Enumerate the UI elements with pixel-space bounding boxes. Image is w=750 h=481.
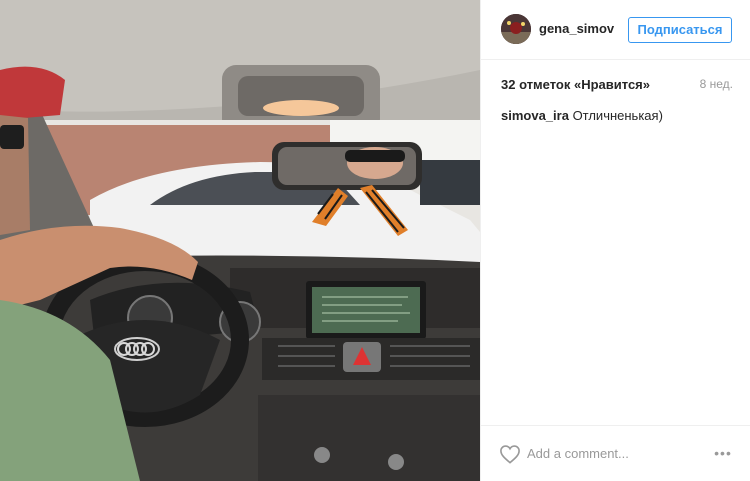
likes-row: 32 отметок «Нравится» 8 нед. — [501, 77, 733, 95]
likes-count[interactable]: 32 отметок «Нравится» — [501, 77, 650, 92]
post-header: gena_simov Подписаться — [481, 0, 750, 60]
add-comment-input[interactable]: Add a comment... — [527, 446, 629, 461]
heart-icon[interactable] — [499, 444, 521, 464]
comment-text: Отличненькая) — [572, 108, 663, 123]
username[interactable]: gena_simov — [539, 21, 614, 36]
post-time[interactable]: 8 нед. — [700, 77, 733, 91]
comment: simova_ira Отличненькая) — [501, 108, 663, 123]
car-interior-photo — [0, 0, 480, 481]
follow-button[interactable]: Подписаться — [628, 17, 732, 43]
post-footer: Add a comment... ••• — [481, 425, 750, 481]
post-photo[interactable] — [0, 0, 480, 481]
post-sidebar: gena_simov Подписаться 32 отметок «Нрави… — [480, 0, 750, 481]
avatar[interactable] — [501, 14, 531, 44]
more-options-icon[interactable]: ••• — [711, 445, 735, 461]
avatar-image — [501, 14, 531, 44]
comment-username[interactable]: simova_ira — [501, 108, 569, 123]
